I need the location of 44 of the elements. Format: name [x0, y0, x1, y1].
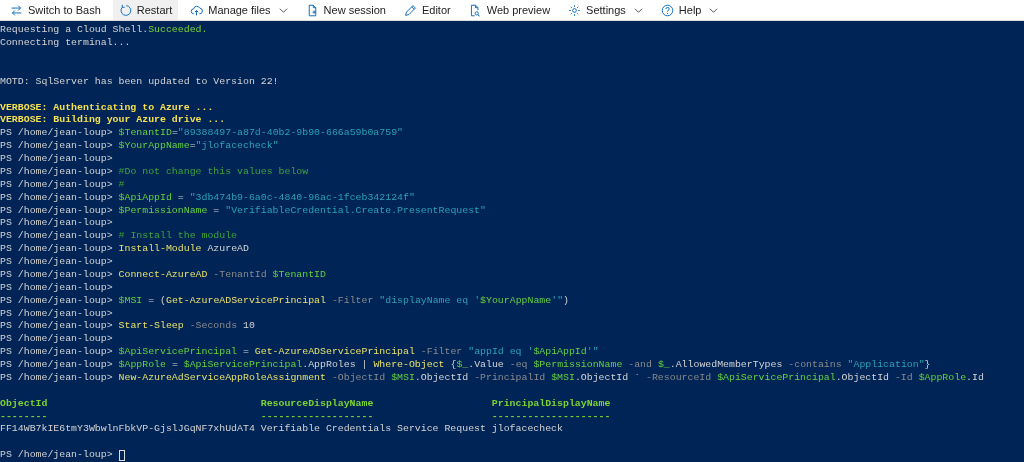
toolbar-button[interactable]: Restart [112, 0, 179, 21]
terminal-line: PS /home/jean-loup> $PermissionName = "VerifiableCredential.Create.PresentRequest" [0, 204, 487, 218]
table-cell-text: Verifiable Credentials Service Request [260, 423, 487, 437]
text-cursor [118, 450, 125, 462]
terminal-line: Requesting a Cloud Shell.Succeeded. [0, 24, 209, 38]
settings-icon [568, 3, 582, 17]
table-cell-text: jlofacecheck [491, 423, 564, 437]
terminal-line: PS /home/jean-loup> $MSI = (Get-AzureADServicePrincipal -Filter "displayName eq '$YourAppName'") [0, 294, 570, 308]
terminal-line: PS /home/jean-loup> [0, 281, 114, 295]
terminal-line: PS /home/jean-loup> New-AzureAdServiceAppRoleAssignment -ObjectId $MSI.ObjectId -PrincipalId $MSI.ObjectId ` -ResourceId $ApiServicePrincipal.ObjectId -Id $AppRole.Id [0, 371, 985, 385]
help-icon [660, 3, 674, 17]
column-heading: PrincipalDisplayName [491, 397, 612, 411]
terminal-line: PS /home/jean-loup> [0, 333, 114, 347]
terminal-line: PS /home/jean-loup> $AppRole = $ApiServicePrincipal.AppRoles | Where-Object {$_.Value -eq $PermissionName -and $_.AllowedMemberTypes -contains "Application"} [0, 359, 932, 372]
terminal-line: PS /home/jean-loup> $ApiAppId = "3db474b9-6a0c-4840-96ac-1fceb342124f" [0, 191, 416, 205]
terminal-line: PS /home/jean-loup> $ApiServicePrincipal = Get-AzureADServicePrincipal -Filter "appId eq '$ApiAppId'" [0, 346, 600, 359]
terminal-line: PS /home/jean-loup> $TenantID="89388497-a87d-40b2-9b90-666a59b0a759" [0, 127, 404, 141]
terminal-line: PS /home/jean-loup> Install-Module AzureAD [0, 243, 250, 256]
document-search-icon [468, 3, 482, 17]
terminal-line: PS /home/jean-loup> $YourAppName="jlofacecheck" [0, 140, 280, 153]
cloud-upload-icon [190, 3, 204, 17]
terminal-line: PS /home/jean-loup> # [0, 178, 126, 192]
terminal-prompt: PS /home/jean-loup> [0, 449, 114, 462]
column-heading: ObjectId [0, 397, 49, 411]
terminal-line: PS /home/jean-loup> [0, 217, 114, 231]
pencil-icon [403, 3, 417, 17]
heading-underline: ------------------- [260, 410, 375, 424]
terminal-line: VERBOSE: Authenticating to Azure ... [0, 101, 215, 115]
column-heading: ResourceDisplayName [260, 397, 375, 411]
terminal-line: PS /home/jean-loup> [0, 307, 114, 321]
terminal-line: PS /home/jean-loup> # Install the module [0, 230, 239, 244]
terminal-line: Connecting terminal... [0, 37, 132, 50]
terminal-line: PS /home/jean-loup> Start-Sleep -Seconds 10 [0, 320, 256, 334]
terminal-line: PS /home/jean-loup> [0, 153, 114, 166]
terminal-line: VERBOSE: Building your Azure drive ... [0, 114, 227, 128]
swap-arrows-icon [10, 3, 23, 17]
terminal-line: PS /home/jean-loup> Connect-AzureAD -TenantId $TenantID [0, 268, 327, 282]
terminal-line: PS /home/jean-loup> #Do not change this values below [0, 165, 310, 179]
restart-icon [118, 3, 132, 17]
terminal-line: PS /home/jean-loup> [0, 256, 114, 269]
heading-underline: -------------------- [491, 410, 612, 424]
heading-underline: -------- [0, 410, 49, 424]
table-cell-text: FF14WB7kIE6tmY3WbwlnFbkVP-GjslJGqNF7xhUdAT4 [0, 423, 256, 437]
terminal-line: MOTD: SqlServer has been updated to Version 22! [0, 75, 280, 89]
